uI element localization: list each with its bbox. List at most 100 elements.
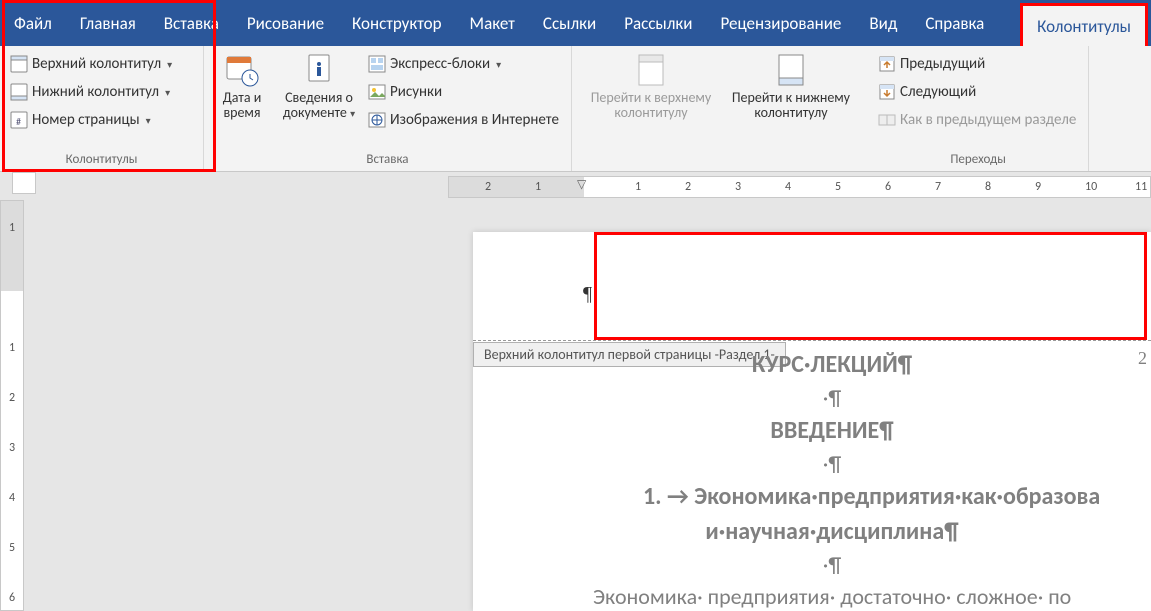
goto-header-button[interactable]: Перейти к верхнему колонтитулу — [580, 50, 722, 120]
next-button[interactable]: Следующий — [876, 78, 1080, 106]
chevron-down-icon: ▾ — [165, 86, 170, 99]
pictures-label: Рисунки — [390, 83, 442, 101]
datetime-label-1: Дата и — [223, 90, 262, 105]
next-label: Следующий — [900, 83, 976, 101]
docinfo-label-2: документе — [283, 104, 347, 121]
page-number-button[interactable]: # Номер страницы ▾ — [8, 106, 176, 134]
group-title-transitions: Переходы — [876, 151, 1080, 169]
group-title-headerfooter: Колонтитулы — [8, 151, 195, 169]
ruler-tick: 7 — [935, 177, 941, 197]
goto-footer-button[interactable]: Перейти к нижнему колонтитулу — [722, 50, 860, 120]
picture-icon — [368, 83, 386, 101]
svg-text:#: # — [16, 115, 21, 128]
group-title-insert: Вставка — [212, 151, 563, 169]
ruler-tick: 9 — [1035, 177, 1041, 197]
ruler-tick: 11 — [1135, 177, 1147, 197]
ruler-tick: 4 — [785, 177, 791, 197]
goto-footer-icon — [773, 52, 809, 88]
header-boundary-line — [473, 340, 1151, 341]
quickparts-button[interactable]: Экспресс-блоки ▾ — [366, 50, 563, 78]
ruler-tick: 1 — [635, 177, 641, 197]
tab-view[interactable]: Вид — [855, 0, 911, 46]
ruler-tick: 2 — [485, 177, 491, 197]
goto-header-label-1: Перейти к верхнему — [591, 90, 711, 105]
group-title-nav — [580, 151, 860, 169]
tab-references[interactable]: Ссылки — [529, 0, 610, 46]
tab-review[interactable]: Рецензирование — [707, 0, 856, 46]
vertical-ruler[interactable]: 1 1 2 3 4 5 6 — [0, 200, 24, 611]
link-previous-label: Как в предыдущем разделе — [900, 111, 1076, 129]
chevron-down-icon: ▾ — [146, 114, 151, 127]
datetime-button[interactable]: Дата и время — [212, 50, 272, 120]
page-number-label: Номер страницы — [32, 111, 140, 129]
doc-body-1: Экономика· предприятия· достаточно· слож… — [513, 582, 1151, 611]
goto-footer-label-2: колонтитулу — [754, 105, 827, 120]
tab-design[interactable]: Конструктор — [338, 0, 456, 46]
ruler-tick: 8 — [985, 177, 991, 197]
paragraph-mark-icon: ¶ — [583, 283, 592, 306]
footer-button[interactable]: Нижний колонтитул ▾ — [8, 78, 176, 106]
tab-help[interactable]: Справка — [911, 0, 998, 46]
goto-footer-label-1: Перейти к нижнему — [732, 90, 850, 105]
link-previous-icon — [878, 111, 896, 129]
doc-para: ·¶ — [513, 383, 1151, 413]
ruler-left-margin — [449, 177, 584, 197]
goto-header-icon — [633, 52, 669, 88]
tab-headerfooter[interactable]: Колонтитулы — [1020, 3, 1148, 46]
document-body[interactable]: КУРС·ЛЕКЦИЙ¶ ·¶ ВВЕДЕНИЕ¶ ·¶ 1. → Эконом… — [513, 347, 1151, 611]
indent-marker-icon[interactable]: ▽ — [577, 177, 586, 192]
header-label: Верхний колонтитул — [32, 55, 161, 73]
pictures-button[interactable]: Рисунки — [366, 78, 563, 106]
link-previous-button[interactable]: Как в предыдущем разделе — [876, 106, 1080, 134]
tab-home[interactable]: Главная — [66, 0, 150, 46]
next-icon — [878, 83, 896, 101]
doc-para: ·¶ — [513, 449, 1151, 479]
ribbon-panel: Верхний колонтитул ▾ Нижний колонтитул ▾… — [0, 46, 1151, 172]
document-page[interactable]: ¶ Верхний колонтитул первой страницы -Ра… — [473, 232, 1151, 611]
doc-para: ·¶ — [513, 550, 1151, 580]
previous-button[interactable]: Предыдущий — [876, 50, 1080, 78]
online-pictures-label: Изображения в Интернете — [390, 111, 559, 129]
header-button[interactable]: Верхний колонтитул ▾ — [8, 50, 176, 78]
ruler-tick: 1 — [1, 221, 23, 235]
ruler-tick: 2 — [685, 177, 691, 197]
ruler-tick: 1 — [1, 341, 23, 355]
docinfo-button[interactable]: Сведения о документе ▾ — [276, 50, 362, 121]
highlight-header-area — [594, 232, 1147, 340]
page-number-icon: # — [10, 111, 28, 129]
online-pictures-button[interactable]: Изображения в Интернете — [366, 106, 563, 134]
calendar-clock-icon — [224, 52, 260, 88]
tab-mailings[interactable]: Рассылки — [610, 0, 706, 46]
chevron-down-icon: ▾ — [496, 58, 501, 71]
ruler-tick: 6 — [1, 591, 23, 605]
tab-insert[interactable]: Вставка — [150, 0, 233, 46]
group-transitions: Предыдущий Следующий Как в предыдущем ра… — [868, 46, 1089, 171]
footer-icon — [10, 83, 28, 101]
tab-draw[interactable]: Рисование — [233, 0, 338, 46]
ruler-tick: 10 — [1085, 177, 1097, 197]
datetime-label-2: время — [223, 105, 260, 120]
ruler-tick: 2 — [1, 391, 23, 405]
document-info-icon — [301, 52, 337, 88]
horizontal-ruler[interactable]: 2 1 ▽ 1 2 3 4 5 6 7 8 9 10 11 — [448, 176, 1151, 198]
ruler-top-margin — [1, 201, 23, 291]
previous-label: Предыдущий — [900, 55, 985, 73]
ribbon-tabs: Файл Главная Вставка Рисование Конструкт… — [0, 0, 1151, 46]
ruler-tick: 1 — [535, 177, 541, 197]
tab-layout[interactable]: Макет — [456, 0, 529, 46]
ruler-tick: 5 — [835, 177, 841, 197]
ruler-tick: 6 — [885, 177, 891, 197]
ruler-corner-box — [12, 172, 36, 194]
doc-title-2: ВВЕДЕНИЕ¶ — [513, 415, 1151, 447]
chevron-down-icon: ▾ — [167, 58, 172, 71]
tab-file[interactable]: Файл — [0, 0, 66, 46]
goto-header-label-2: колонтитулу — [614, 105, 687, 120]
docinfo-label-1: Сведения о — [285, 90, 353, 105]
doc-title-1: КУРС·ЛЕКЦИЙ¶ — [513, 349, 1151, 381]
doc-heading-1b: и·научная·дисциплина¶ — [513, 516, 1151, 548]
doc-heading-1a: 1. → Экономика·предприятия·как·образова — [513, 481, 1151, 513]
chevron-down-icon: ▾ — [350, 107, 355, 120]
quickparts-label: Экспресс-блоки — [390, 55, 490, 73]
online-picture-icon — [368, 111, 386, 129]
ruler-tick: 3 — [1, 441, 23, 455]
